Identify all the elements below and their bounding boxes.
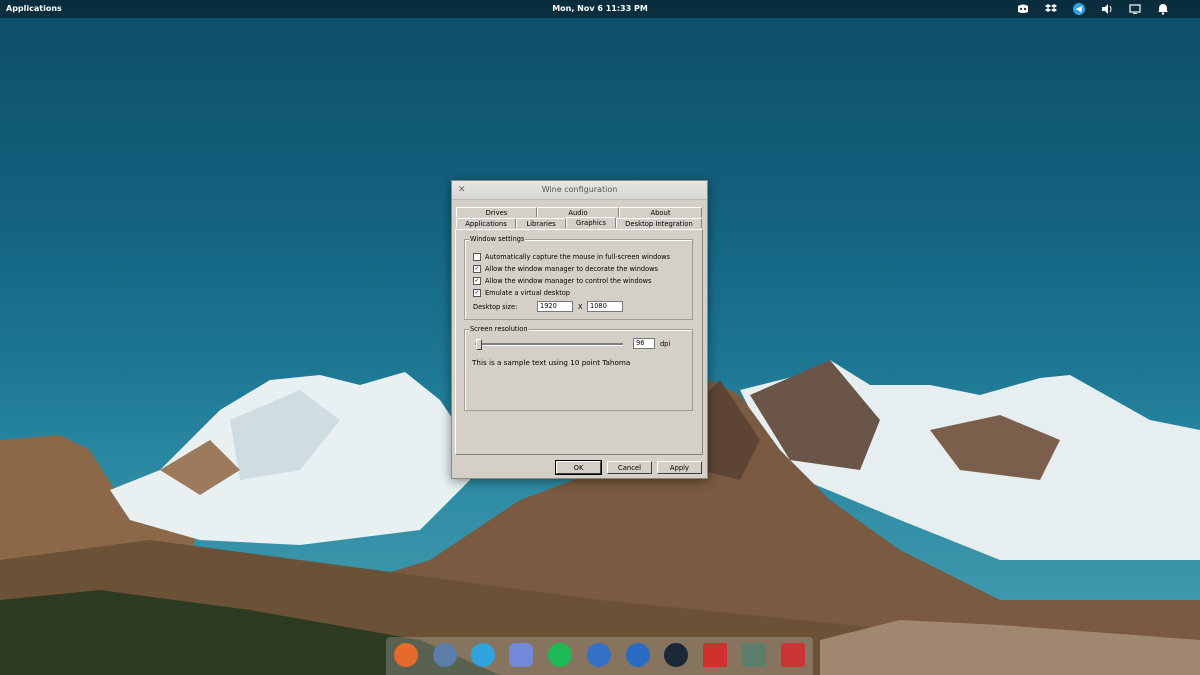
dropbox-icon[interactable] [1044, 2, 1058, 16]
files-icon[interactable] [742, 643, 766, 667]
tab-drives[interactable]: Drives [456, 207, 537, 217]
tab-desktop-integration[interactable]: Desktop Integration [616, 218, 702, 228]
screen-resolution-group: Screen resolution 96 dpi This is a sampl… [464, 325, 693, 411]
decorate-windows-label: Allow the window manager to decorate the… [485, 265, 658, 273]
capture-mouse-label: Automatically capture the mouse in full-… [485, 253, 671, 261]
scroll-tool-icon[interactable] [781, 643, 805, 667]
display-icon[interactable] [1128, 2, 1142, 16]
steam-icon[interactable] [664, 643, 688, 667]
wine-configuration-dialog: ✕ Wine configuration Drives Audio About … [451, 180, 708, 479]
decorate-windows-option[interactable]: ✓ Allow the window manager to decorate t… [473, 265, 658, 273]
dialog-titlebar[interactable]: ✕ Wine configuration [452, 181, 707, 200]
desktop-height-input[interactable]: 1080 [587, 301, 623, 312]
screen-resolution-title: Screen resolution [469, 325, 529, 333]
dpi-slider-handle[interactable] [476, 339, 482, 350]
desktop-size-label: Desktop size: [473, 303, 518, 311]
virtual-desktop-label: Emulate a virtual desktop [485, 289, 570, 297]
telegram-dock-icon[interactable] [471, 643, 495, 667]
notifications-icon[interactable] [1156, 2, 1170, 16]
control-windows-checkbox[interactable]: ✓ [473, 277, 481, 285]
apply-button[interactable]: Apply [657, 461, 702, 474]
sample-text: This is a sample text using 10 point Tah… [472, 358, 631, 367]
control-windows-option[interactable]: ✓ Allow the window manager to control th… [473, 277, 652, 285]
dpi-unit-label: dpi [660, 340, 671, 348]
window-settings-group: Window settings Automatically capture th… [464, 235, 693, 320]
tab-graphics[interactable]: Graphics [566, 217, 616, 228]
tab-libraries[interactable]: Libraries [516, 218, 566, 228]
desktop-width-input[interactable]: 1920 [537, 301, 573, 312]
telegram-icon[interactable] [1072, 2, 1086, 16]
clock[interactable]: Mon, Nov 6 11:33 PM [552, 4, 648, 13]
capture-mouse-checkbox[interactable] [473, 253, 481, 261]
simplenote-icon[interactable] [587, 643, 611, 667]
decorate-windows-checkbox[interactable]: ✓ [473, 265, 481, 273]
wps-writer-icon[interactable] [703, 643, 727, 667]
size-separator: X [578, 303, 583, 311]
system-tray [1016, 2, 1170, 16]
window-settings-title: Window settings [469, 235, 526, 243]
capture-mouse-option[interactable]: Automatically capture the mouse in full-… [473, 253, 670, 261]
top-panel: Applications Mon, Nov 6 11:33 PM [0, 0, 1200, 18]
discord-icon[interactable] [1016, 2, 1030, 16]
discord-dock-icon[interactable] [509, 643, 533, 667]
dialog-title: Wine configuration [541, 185, 618, 194]
tab-applications[interactable]: Applications [456, 218, 516, 228]
tab-about[interactable]: About [619, 207, 702, 217]
close-icon[interactable]: ✕ [458, 181, 466, 199]
volume-icon[interactable] [1100, 2, 1114, 16]
qbittorrent-icon[interactable] [626, 643, 650, 667]
spotify-icon[interactable] [548, 643, 572, 667]
control-windows-label: Allow the window manager to control the … [485, 277, 652, 285]
geary-icon[interactable] [433, 643, 457, 667]
dpi-slider-track[interactable] [475, 343, 623, 346]
tab-audio[interactable]: Audio [537, 207, 619, 217]
cancel-button[interactable]: Cancel [607, 461, 652, 474]
ok-button[interactable]: OK [555, 460, 602, 475]
virtual-desktop-checkbox[interactable]: ✓ [473, 289, 481, 297]
applications-menu[interactable]: Applications [6, 4, 62, 13]
virtual-desktop-option[interactable]: ✓ Emulate a virtual desktop [473, 289, 570, 297]
dpi-input[interactable]: 96 [633, 338, 655, 349]
firefox-icon[interactable] [394, 643, 418, 667]
